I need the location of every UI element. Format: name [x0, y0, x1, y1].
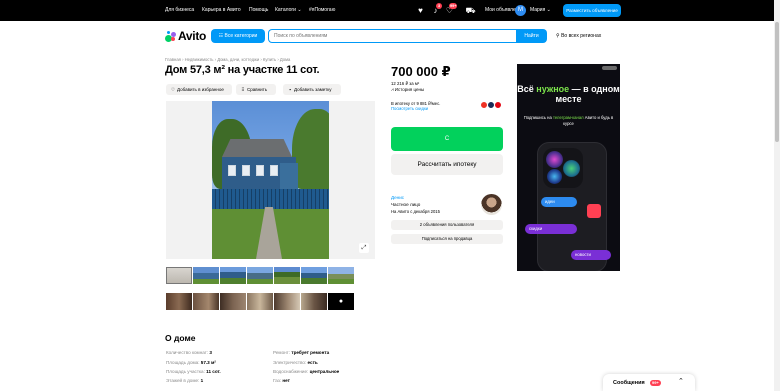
house-photo	[212, 101, 329, 259]
property-row: Электричество: есть	[273, 360, 318, 365]
thumbnail[interactable]	[247, 267, 273, 284]
logo-text: Avito	[178, 29, 207, 43]
link-catalogs[interactable]: Каталоги ⌄	[275, 7, 302, 13]
compare-button[interactable]: ⠿ Сравнить	[236, 84, 276, 95]
post-ad-button[interactable]: Разместить объявление	[563, 4, 621, 17]
thumbnail[interactable]	[247, 293, 273, 310]
top-navigation-bar: Для бизнеса Карьера в Авито Помощь Катал…	[0, 0, 780, 21]
region-selector[interactable]: ⚲ Во всех регионах	[556, 33, 601, 39]
about-house-heading: О доме	[165, 333, 196, 343]
property-row: Количество комнат: 3	[166, 350, 212, 355]
messages-label: Сообщения	[613, 380, 645, 386]
seller-avatar[interactable]	[481, 194, 502, 215]
property-row: Газ: нет	[273, 378, 290, 383]
thumbnail[interactable]	[220, 293, 246, 310]
subscribe-seller-button[interactable]: Подписаться на продавца	[391, 234, 503, 244]
all-categories-button[interactable]: ☷ Все категории	[211, 29, 265, 43]
avito-logo[interactable]: Avito	[165, 29, 206, 43]
thumbnail[interactable]	[301, 267, 327, 284]
thumbnail[interactable]	[193, 267, 219, 284]
ad-pill-ideas: идеи	[541, 197, 577, 207]
find-button[interactable]: Найти	[516, 29, 547, 43]
user-ads-button[interactable]: 2 объявления пользователя	[391, 220, 503, 230]
heart-icon[interactable]: ♥	[415, 5, 426, 16]
price-history-label: История цены	[394, 87, 425, 92]
messages-widget[interactable]: Сообщения 99+ ⌃	[603, 374, 695, 391]
compare-label: Сравнить	[247, 87, 268, 92]
show-phone-button[interactable]: C	[391, 127, 503, 151]
seller-name-link[interactable]: Денис	[391, 195, 404, 200]
add-note-button[interactable]: ▪ Добавить заметку	[283, 84, 341, 95]
property-row: Площадь участка: 11 сот.	[166, 369, 221, 374]
bank-logo-icon	[494, 101, 502, 109]
property-row: Этажей в доме: 1	[166, 378, 204, 383]
messages-count-badge: 99+	[650, 380, 661, 386]
chevron-up-icon[interactable]: ⌃	[678, 377, 684, 385]
more-photos-icon: ●	[338, 298, 344, 305]
thumbnail[interactable]	[193, 293, 219, 310]
search-input[interactable]	[268, 29, 518, 43]
more-photos-thumbnail[interactable]: ●	[328, 293, 354, 310]
user-avatar[interactable]: М	[515, 5, 526, 16]
user-menu[interactable]: Мария ⌄	[530, 7, 551, 13]
link-help[interactable]: Помощь	[249, 7, 268, 13]
page-scrollbar[interactable]	[774, 0, 780, 391]
region-label: Во всех регионах	[561, 33, 602, 39]
camera-module-illustration	[543, 148, 583, 188]
property-row: Водоснабжение: центральное	[273, 369, 340, 374]
fullscreen-icon[interactable]: ⤢	[359, 243, 369, 253]
thumbnail[interactable]	[220, 267, 246, 284]
thumbnail[interactable]	[166, 267, 192, 284]
ad-pill-discounts: скидки	[525, 224, 577, 234]
link-for-business[interactable]: Для бизнеса	[165, 7, 194, 13]
property-row: Ремонт: требует ремонта	[273, 350, 330, 355]
thumbnail-row-2: ●	[166, 293, 356, 310]
thumbnail[interactable]	[166, 293, 192, 310]
price: 700 000 ₽	[391, 64, 451, 79]
add-to-favorites-button[interactable]: ♡ Добавить в избранное	[166, 84, 232, 95]
favorites-badge: 99+	[449, 3, 458, 9]
compare-icon: ⠿	[241, 87, 245, 92]
note-icon: ▪	[289, 87, 291, 92]
thumbnail[interactable]	[328, 267, 354, 284]
main-photo[interactable]: ⤢	[166, 101, 375, 259]
link-ya-pomogayu[interactable]: #яПомогаю	[309, 7, 335, 13]
add-note-label: Добавить заметку	[294, 87, 332, 92]
thumbnail[interactable]	[301, 293, 327, 310]
heart-outline-icon: ♡	[170, 87, 176, 92]
bank-logos	[480, 101, 502, 109]
ad-label	[602, 66, 617, 70]
breadcrumb[interactable]: Главная › Недвижимость › Дома, дачи, кот…	[165, 57, 290, 62]
telegram-ad-banner[interactable]: Всё нужное — в одном месте Подпишись на …	[517, 64, 620, 271]
seller-type: Частное лицо	[391, 202, 421, 207]
notifications-badge: 3	[436, 3, 442, 9]
ad-pill-news: новости	[571, 250, 611, 260]
scrollbar-thumb[interactable]	[775, 22, 779, 142]
page-title: Дом 57,3 м² на участке 11 сот.	[165, 64, 320, 76]
logo-mark-icon	[165, 30, 176, 42]
seller-since: На Авито с декабря 2015	[391, 209, 440, 214]
link-careers[interactable]: Карьера в Авито	[202, 7, 241, 13]
thumbnail-row-1	[166, 267, 356, 284]
ad-headline: Всё нужное — в одном месте	[517, 84, 620, 104]
mortgage-discounts-link[interactable]: Посмотреть скидки	[391, 106, 428, 111]
add-to-favorites-label: Добавить в избранное	[177, 87, 224, 92]
calculate-mortgage-button[interactable]: Рассчитать ипотеку	[391, 154, 503, 175]
property-row: Площадь дома: 57.3 м²	[166, 360, 216, 365]
cart-icon[interactable]: ⛟	[465, 5, 476, 16]
gift-icon	[587, 204, 601, 218]
thumbnail[interactable]	[274, 293, 300, 310]
ad-subtext: Подпишись на телеграм-канал Авито и будь…	[523, 115, 614, 126]
price-history-link[interactable]: ⩘ История цены	[391, 87, 424, 92]
thumbnail[interactable]	[274, 267, 300, 284]
